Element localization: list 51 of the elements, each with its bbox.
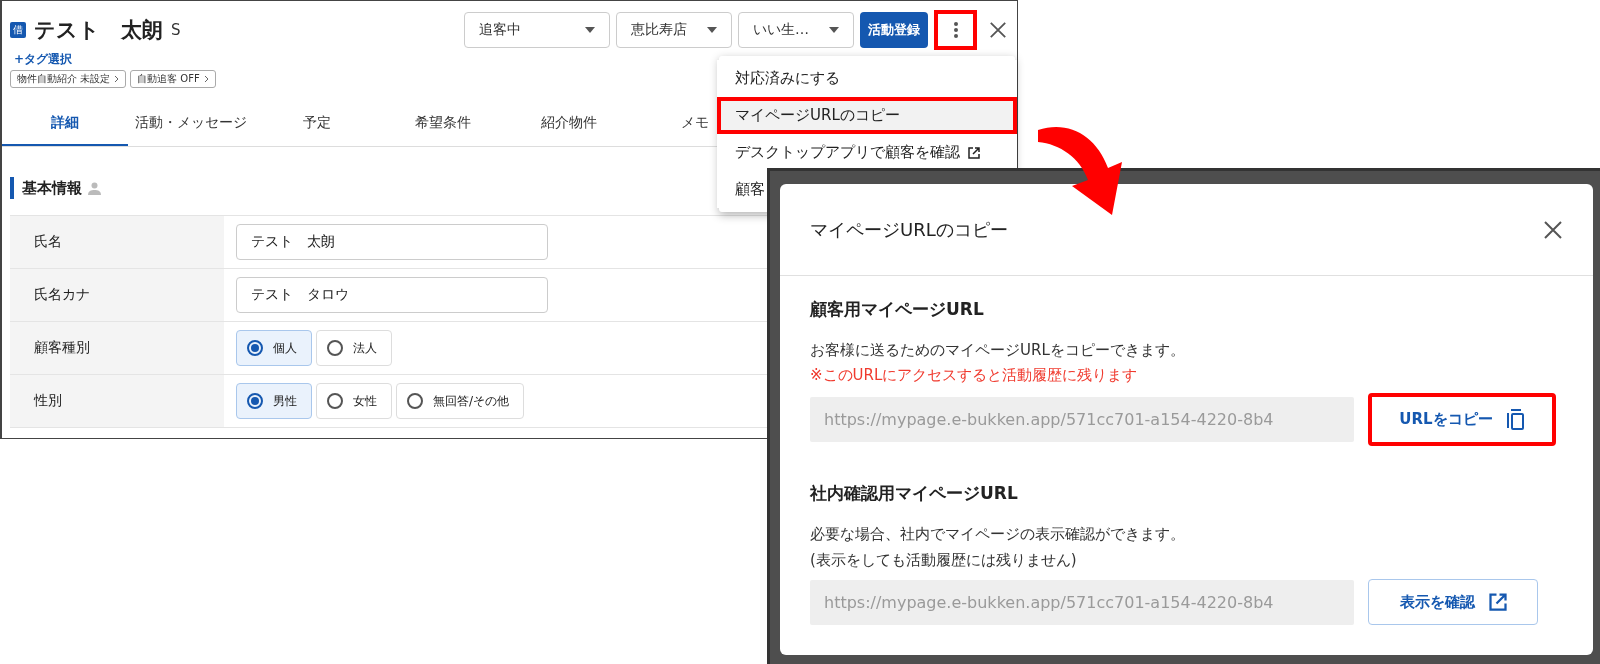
field-label: 顧客種別 xyxy=(10,322,224,374)
radio-option[interactable]: 女性 xyxy=(316,383,392,419)
warning-text: ※このURLにアクセスすると活動履歴に残ります xyxy=(810,365,1139,386)
more-icon xyxy=(953,22,958,38)
more-button[interactable] xyxy=(934,10,977,50)
radio-option[interactable]: 男性 xyxy=(236,383,312,419)
customer-rank: S xyxy=(171,21,181,39)
tab[interactable]: 希望条件 xyxy=(380,102,506,146)
tab[interactable]: 予定 xyxy=(254,102,380,146)
field-label: 性別 xyxy=(10,375,224,427)
external-link-icon xyxy=(1488,593,1507,611)
description-text: お客様に送るためのマイページURLをコピーできます。 xyxy=(810,340,1186,361)
dialog-title: マイページURLのコピー xyxy=(810,217,1008,242)
menu-item[interactable]: 対応済みにする xyxy=(717,60,1017,97)
text-field[interactable]: テスト 太朗 xyxy=(236,224,548,260)
radio-option[interactable]: 無回答/その他 xyxy=(396,383,525,419)
open-preview-button[interactable]: 表示を確認 xyxy=(1368,579,1538,625)
close-icon xyxy=(989,21,1007,39)
radio-option[interactable]: 個人 xyxy=(236,330,312,366)
menu-item[interactable]: マイページURLのコピー xyxy=(717,97,1017,134)
caret-icon xyxy=(829,27,839,33)
setting-chip[interactable]: 物件自動紹介 未設定 xyxy=(10,70,127,88)
status-select[interactable]: 恵比寿店 xyxy=(616,12,732,48)
status-select[interactable]: いい生… xyxy=(738,12,854,48)
status-select[interactable]: 追客中 xyxy=(464,12,610,48)
section-title: 基本情報 xyxy=(22,178,82,198)
field-label: 氏名 xyxy=(10,216,224,268)
menu-item[interactable]: デスクトップアプリで顧客を確認 xyxy=(717,134,1017,171)
category-badge: 借 xyxy=(10,22,26,38)
copy-icon xyxy=(1506,409,1525,430)
radio-option[interactable]: 法人 xyxy=(316,330,392,366)
activity-register-button[interactable]: 活動登録 xyxy=(860,12,928,48)
close-icon xyxy=(1543,219,1563,240)
description-text: 必要な場合、社内でマイページの表示確認ができます。 xyxy=(810,524,1186,545)
description-text: (表示をしても活動履歴には残りません) xyxy=(810,550,1078,571)
section-heading: 顧客用マイページURL xyxy=(810,298,985,321)
field-label: 氏名カナ xyxy=(10,269,224,321)
external-link-icon xyxy=(968,146,980,159)
tab[interactable]: 活動・メッセージ xyxy=(128,102,254,146)
caret-icon xyxy=(585,27,595,33)
text-field[interactable]: テスト タロウ xyxy=(236,277,548,313)
setting-chip[interactable]: 自動追客 OFF xyxy=(130,70,216,88)
chevron-icon xyxy=(203,75,209,83)
copy-url-button[interactable]: URLをコピー xyxy=(1368,393,1556,446)
section-heading: 社内確認用マイページURL xyxy=(810,482,1019,505)
tab[interactable]: 紹介物件 xyxy=(506,102,632,146)
tab[interactable]: 詳細 xyxy=(2,102,128,146)
caret-icon xyxy=(707,27,717,33)
person-icon xyxy=(88,181,101,195)
chevron-icon xyxy=(114,75,120,83)
customer-name: テスト 太朗 xyxy=(34,17,163,44)
